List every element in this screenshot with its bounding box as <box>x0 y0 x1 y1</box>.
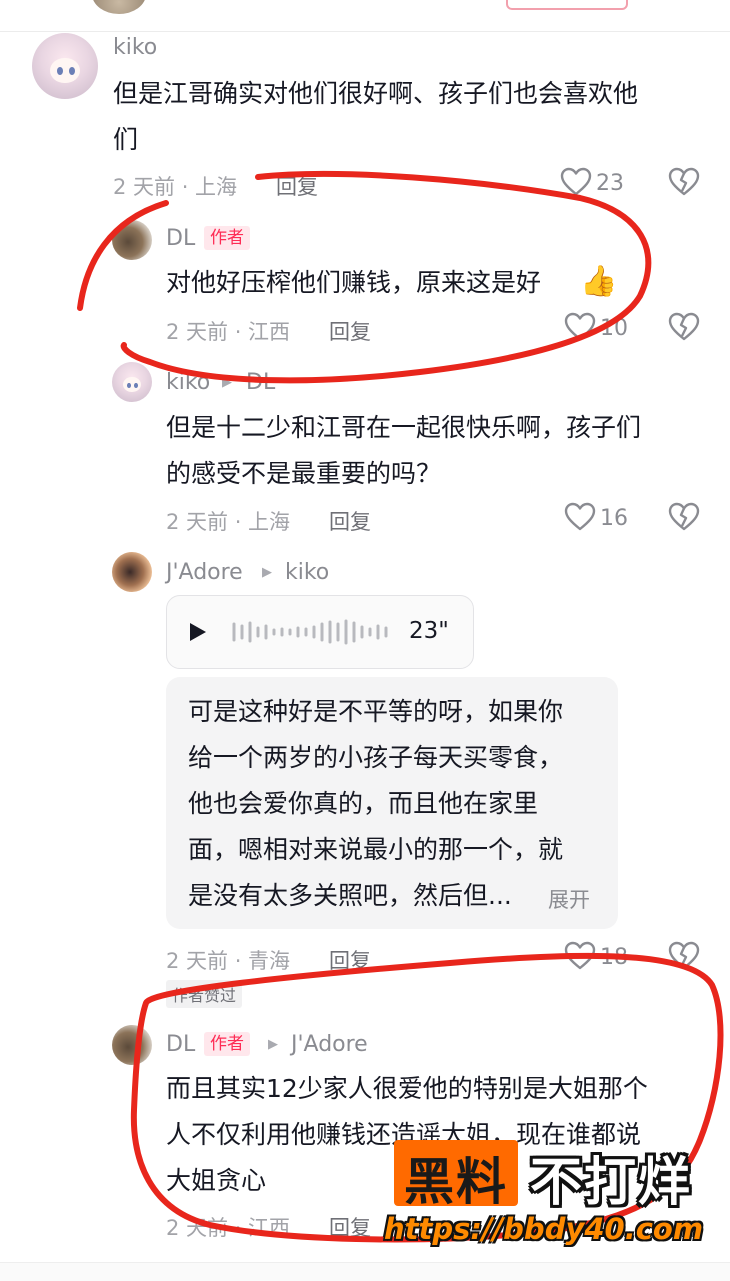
avatar-kiko[interactable] <box>32 33 98 99</box>
divider <box>0 31 730 32</box>
reply-username[interactable]: DL <box>166 226 195 251</box>
transcript-line: 是没有太多关照吧，然后但... <box>188 881 512 910</box>
top-area <box>0 0 730 30</box>
play-icon[interactable] <box>189 622 207 642</box>
reply-to-username[interactable]: kiko <box>285 560 329 585</box>
watermark-title-b: 不打烊 <box>530 1153 693 1213</box>
heart-icon[interactable] <box>564 502 596 532</box>
voice-message[interactable]: 23" <box>166 595 474 669</box>
reply-text-line: 而且其实12少家人很爱他的特别是大姐那个 <box>166 1074 648 1103</box>
reply-username[interactable]: J'Adore <box>166 560 243 585</box>
author-liked-tag: 作者赞过 <box>166 980 243 1008</box>
watermark-title-a: 黑料 <box>404 1153 508 1211</box>
heart-icon[interactable] <box>560 167 592 197</box>
like-count: 16 <box>600 506 628 531</box>
transcript-line: 他也会爱你真的，而且他在家里 <box>188 789 539 818</box>
expand-button[interactable]: 展开 <box>548 884 590 914</box>
transcript-line: 面，嗯相对来说最小的那一个，就 <box>188 835 564 864</box>
comment-username[interactable]: kiko <box>113 35 157 60</box>
watermark-url: https://bbdy40.com <box>384 1212 704 1246</box>
top-avatar[interactable] <box>92 0 146 14</box>
bottom-input-bar[interactable] <box>0 1262 730 1281</box>
reply-button[interactable]: 回复 <box>329 506 371 536</box>
like-count: 18 <box>600 945 628 970</box>
reply-meta: 2 天前 · 青海 <box>166 949 291 973</box>
dislike-heart-icon[interactable] <box>668 312 700 342</box>
reply-text-line: 大姐贪心 <box>166 1166 267 1195</box>
comment-text-line: 但是江哥确实对他们很好啊、孩子们也会喜欢他 <box>113 79 639 108</box>
dislike-heart-icon[interactable] <box>668 941 700 971</box>
avatar-dl[interactable] <box>112 1025 152 1065</box>
waveform-icon <box>231 618 391 646</box>
thumbs-up-icon: 👍 <box>580 264 618 299</box>
reply-meta: 2 天前 · 江西 <box>166 320 291 344</box>
transcript-bubble: 可是这种好是不平等的呀，如果你 给一个两岁的小孩子每天买零食， 他也会爱你真的，… <box>166 677 618 929</box>
heart-icon[interactable] <box>564 312 596 342</box>
comment-text-line: 们 <box>113 125 139 154</box>
reply-button[interactable]: 回复 <box>329 945 371 975</box>
reply-text: 对他好压榨他们赚钱，原来这是好 <box>166 268 542 297</box>
transcript-line: 可是这种好是不平等的呀，如果你 <box>188 697 564 726</box>
reply-arrow-icon: ▶ <box>262 565 272 580</box>
avatar-kiko[interactable] <box>112 362 152 402</box>
heart-icon[interactable] <box>564 941 596 971</box>
avatar-jadore[interactable] <box>112 552 152 592</box>
transcript-line: 给一个两岁的小孩子每天买零食， <box>188 743 564 772</box>
voice-duration: 23" <box>409 618 449 644</box>
reply-button[interactable]: 回复 <box>329 316 371 346</box>
author-badge: 作者 <box>204 1032 250 1056</box>
avatar-dl[interactable] <box>112 220 152 260</box>
reply-button[interactable]: 回复 <box>276 171 318 201</box>
top-button[interactable] <box>506 0 628 10</box>
dislike-heart-icon[interactable] <box>668 167 700 197</box>
reply-meta: 2 天前 · 上海 <box>166 510 291 534</box>
reply-to-username[interactable]: J'Adore <box>291 1032 368 1057</box>
reply-button[interactable]: 回复 <box>329 1212 371 1242</box>
reply-text-line: 的感受不是最重要的吗？ <box>166 459 442 488</box>
reply-meta: 2 天前 · 江西 <box>166 1216 291 1240</box>
dislike-heart-icon[interactable] <box>668 502 700 532</box>
comment-meta: 2 天前 · 上海 <box>113 175 238 199</box>
like-count: 10 <box>600 316 628 341</box>
author-badge: 作者 <box>204 226 250 250</box>
reply-to-username[interactable]: DL <box>246 370 275 395</box>
like-count: 23 <box>596 171 624 196</box>
reply-arrow-icon: ▶ <box>222 375 232 390</box>
reply-arrow-icon: ▶ <box>268 1037 278 1052</box>
reply-username[interactable]: DL <box>166 1032 195 1057</box>
reply-text-line: 但是十二少和江哥在一起很快乐啊，孩子们 <box>166 413 642 442</box>
reply-username[interactable]: kiko <box>166 370 210 395</box>
